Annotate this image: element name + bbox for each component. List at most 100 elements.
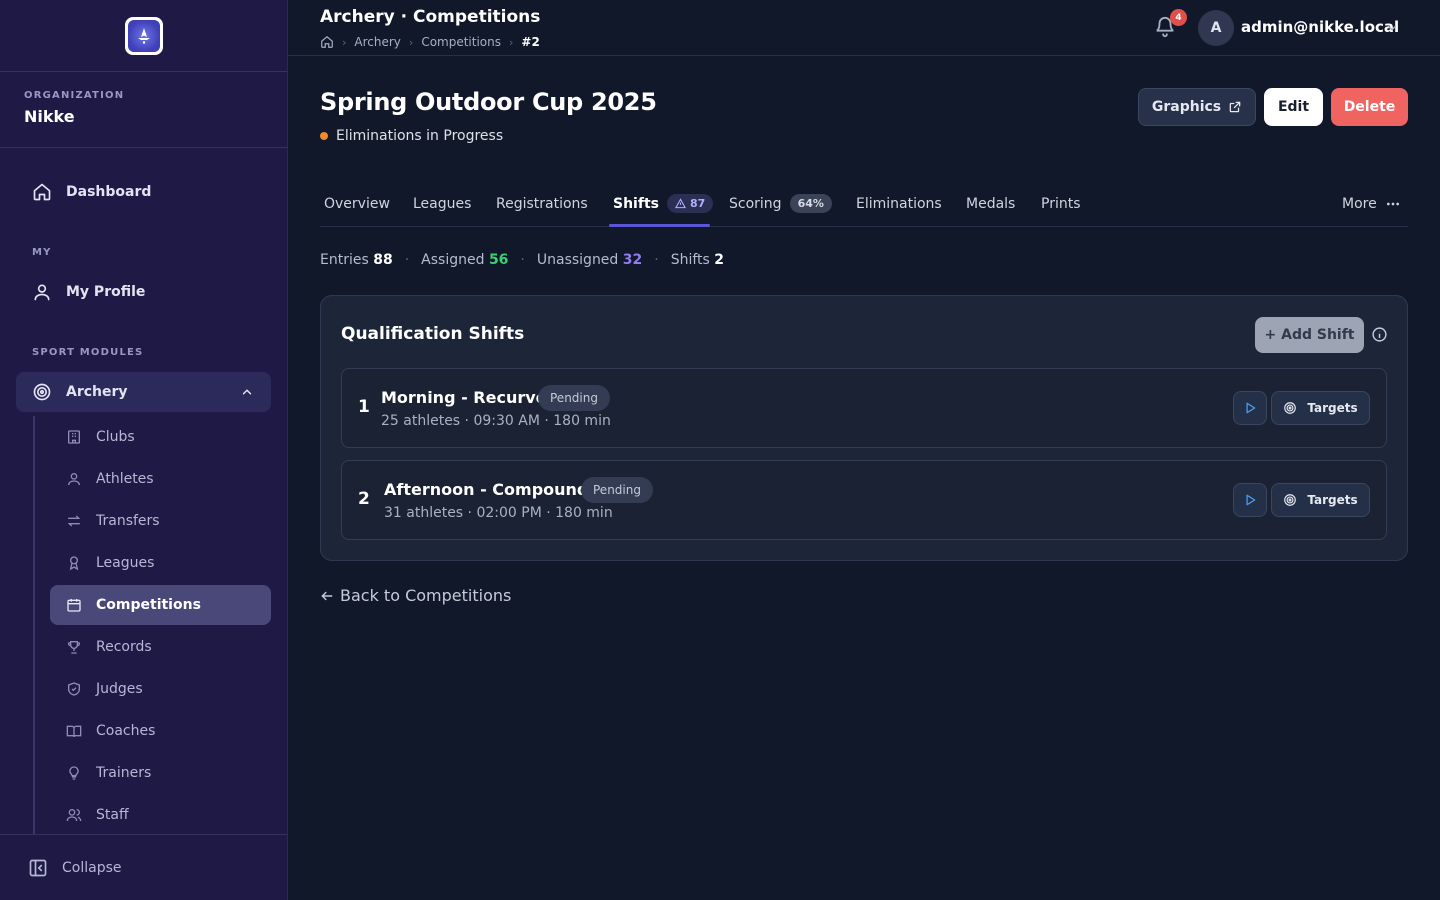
collapse-label: Collapse <box>62 859 122 876</box>
main-content: Spring Outdoor Cup 2025 Eliminations in … <box>288 56 1440 900</box>
breadcrumb-archery[interactable]: Archery <box>354 35 401 49</box>
breadcrumb-competitions[interactable]: Competitions <box>421 35 501 49</box>
chevron-right-icon: › <box>342 35 347 49</box>
competition-title: Spring Outdoor Cup 2025 <box>320 88 657 116</box>
delete-button[interactable]: Delete <box>1331 88 1408 126</box>
sidebar-item-label: Trainers <box>96 765 152 781</box>
user-icon <box>66 471 82 487</box>
play-icon <box>1246 494 1256 506</box>
shift-stats: Entries 88 · Assigned 56 · Unassigned 32… <box>320 252 725 268</box>
tab-overview[interactable]: Overview <box>324 182 390 227</box>
shift-name: Morning - Recurve <box>381 388 547 407</box>
section-label-my: MY <box>32 247 52 258</box>
tab-scoring[interactable]: Scoring 64% <box>729 182 832 227</box>
section-label-sport-modules: SPORT MODULES <box>32 347 144 358</box>
sidebar-item-label: Judges <box>96 681 143 697</box>
shift-meta: 31 athletes · 02:00 PM · 180 min <box>384 505 613 521</box>
tab-label: More <box>1342 195 1377 212</box>
tab-more[interactable]: More <box>1342 182 1401 227</box>
target-icon <box>1284 494 1297 506</box>
tab-label: Shifts <box>613 195 659 212</box>
chevron-right-icon: › <box>408 35 414 49</box>
shift-row[interactable]: 2 Afternoon - Compound Pending 31 athlet… <box>341 460 1387 540</box>
shift-meta: 25 athletes · 09:30 AM · 180 min <box>381 413 611 429</box>
sidebar-item-transfers[interactable]: Transfers <box>50 501 271 541</box>
shift-number: 1 <box>358 397 370 417</box>
sidebar-item-label: Staff <box>96 807 129 823</box>
sidebar-item-athletes[interactable]: Athletes <box>50 459 271 499</box>
tab-eliminations[interactable]: Eliminations <box>856 182 942 227</box>
back-link-label: Back to Competitions <box>340 586 512 605</box>
status-badge: Pending <box>538 385 610 411</box>
sidebar-item-judges[interactable]: Judges <box>50 669 271 709</box>
sidebar-item-label: Transfers <box>96 513 160 529</box>
graphics-label: Graphics <box>1151 99 1222 115</box>
avatar[interactable]: A <box>1198 10 1234 46</box>
stat-assigned: Assigned 56 <box>421 252 509 268</box>
trophy-icon <box>66 639 82 655</box>
edit-button[interactable]: Edit <box>1264 88 1323 126</box>
sidebar-item-competitions[interactable]: Competitions <box>50 585 271 625</box>
panel-title: Qualification Shifts <box>341 324 525 344</box>
logo-area <box>0 0 287 72</box>
start-shift-button[interactable] <box>1233 483 1267 517</box>
notification-count-badge: 4 <box>1170 9 1187 26</box>
graphics-button[interactable]: Graphics <box>1138 88 1256 126</box>
shield-check-icon <box>66 681 82 697</box>
sidebar-item-staff[interactable]: Staff <box>50 795 271 835</box>
sidebar-item-label: Records <box>96 639 152 655</box>
play-icon <box>1246 402 1256 414</box>
sidebar-item-label: Clubs <box>96 429 135 445</box>
targets-button[interactable]: Targets <box>1271 391 1370 425</box>
building-icon <box>66 429 82 445</box>
status-text: Eliminations in Progress <box>336 128 504 144</box>
tab-medals[interactable]: Medals <box>966 182 1015 227</box>
tab-shifts[interactable]: Shifts 87 <box>613 182 714 227</box>
user-icon <box>32 282 52 302</box>
target-icon <box>1284 402 1297 414</box>
tab-leagues[interactable]: Leagues <box>413 182 471 227</box>
scoring-progress-badge: 64% <box>789 194 832 213</box>
external-link-icon <box>1228 100 1242 114</box>
arrows-left-right-icon <box>66 513 82 529</box>
sidebar-item-my-profile[interactable]: My Profile <box>16 272 271 312</box>
warning-icon <box>674 198 686 209</box>
tab-prints[interactable]: Prints <box>1041 182 1081 227</box>
sidebar-item-coaches[interactable]: Coaches <box>50 711 271 751</box>
award-icon <box>66 555 82 571</box>
status-badge: Pending <box>581 477 653 503</box>
chevron-down-icon[interactable] <box>1385 21 1399 35</box>
shifts-warning-badge: 87 <box>666 194 714 213</box>
back-to-competitions-link[interactable]: Back to Competitions <box>320 586 511 605</box>
app-logo[interactable] <box>124 16 163 55</box>
chevron-right-icon: › <box>509 35 514 49</box>
home-icon <box>32 182 52 202</box>
calendar-icon <box>66 597 82 613</box>
panel-collapse-icon <box>28 858 48 878</box>
info-icon[interactable] <box>1371 326 1388 343</box>
collapse-sidebar-button[interactable]: Collapse <box>0 834 287 900</box>
user-menu-email[interactable]: admin@nikke.local <box>1241 18 1399 36</box>
top-bar: Archery · Competitions › Archery › Compe… <box>288 0 1440 56</box>
sidebar-item-clubs[interactable]: Clubs <box>50 417 271 457</box>
start-shift-button[interactable] <box>1233 391 1267 425</box>
sidebar-item-dashboard[interactable]: Dashboard <box>16 172 271 212</box>
targets-button[interactable]: Targets <box>1271 483 1370 517</box>
chevron-up-icon <box>240 385 254 399</box>
sidebar-item-archery[interactable]: Archery <box>16 372 271 412</box>
sidebar-item-trainers[interactable]: Trainers <box>50 753 271 793</box>
lightbulb-icon <box>66 765 82 781</box>
submenu-guide-line <box>33 416 35 834</box>
shift-row[interactable]: 1 Morning - Recurve Pending 25 athletes … <box>341 368 1387 448</box>
home-icon[interactable] <box>320 35 334 49</box>
sidebar-item-label: Coaches <box>96 723 156 739</box>
competition-status: Eliminations in Progress <box>320 128 503 144</box>
breadcrumb: › Archery › Competitions › #2 <box>320 35 540 49</box>
tab-registrations[interactable]: Registrations <box>496 182 588 227</box>
users-icon <box>66 807 82 823</box>
sidebar-item-records[interactable]: Records <box>50 627 271 667</box>
sidebar-item-leagues[interactable]: Leagues <box>50 543 271 583</box>
stat-entries: Entries 88 <box>320 252 393 268</box>
sidebar-item-label: Dashboard <box>66 184 152 200</box>
add-shift-button[interactable]: + Add Shift <box>1255 317 1364 353</box>
